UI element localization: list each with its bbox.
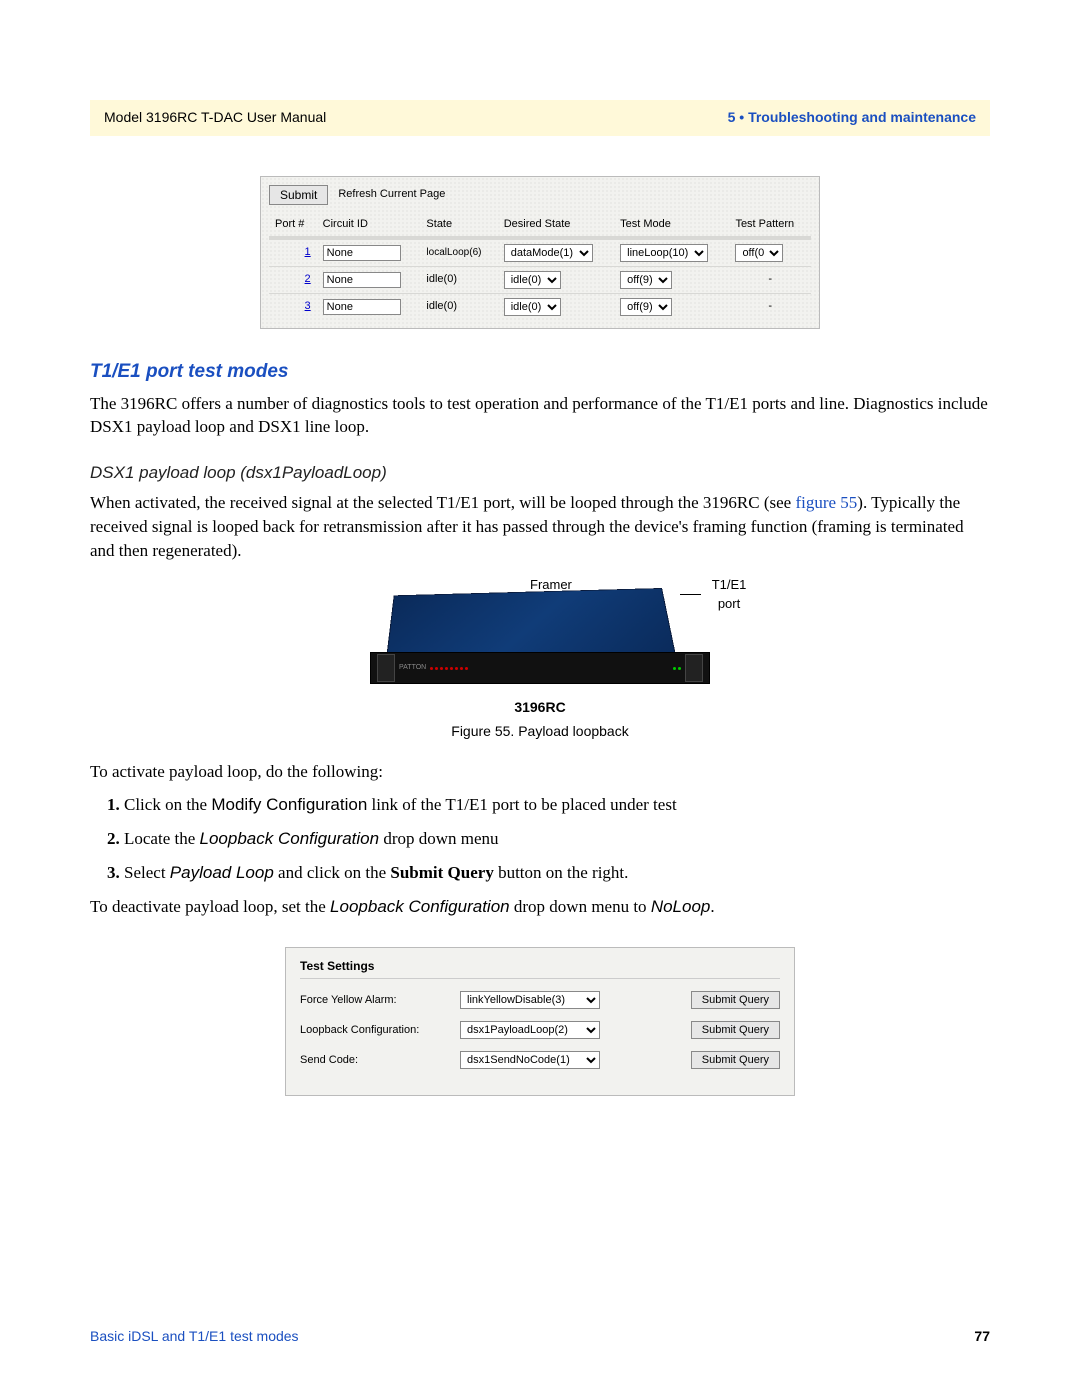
- table-row: 2 idle(0) idle(0) off(9) -: [269, 266, 811, 293]
- subheading: DSX1 payload loop (dsx1PayloadLoop): [90, 461, 990, 485]
- figure-caption: Figure 55. Payload loopback: [280, 722, 800, 742]
- ts-label: Send Code:: [300, 1053, 450, 1068]
- col-desired: Desired State: [498, 213, 614, 238]
- handle-icon: [685, 654, 703, 682]
- page-footer: Basic iDSL and T1/E1 test modes 77: [90, 1327, 990, 1347]
- test-settings-title: Test Settings: [300, 958, 780, 980]
- col-state: State: [420, 213, 497, 238]
- testmode-select[interactable]: off(9): [620, 298, 672, 316]
- state-cell: idle(0): [420, 293, 497, 320]
- col-port: Port #: [269, 213, 317, 238]
- pattern-select[interactable]: off(0): [735, 244, 783, 262]
- desired-select[interactable]: dataMode(1): [504, 244, 593, 262]
- submit-button[interactable]: Submit: [269, 185, 328, 205]
- ts-row: Send Code: dsx1SendNoCode(1) Submit Quer…: [300, 1051, 780, 1069]
- table-row: 1 localLoop(6) dataMode(1) lineLoop(10) …: [269, 238, 811, 267]
- loopback-config-select[interactable]: dsx1PayloadLoop(2): [460, 1021, 600, 1039]
- list-item: Locate the Loopback Configuration drop d…: [124, 827, 990, 851]
- screenshot-test-settings: Test Settings Force Yellow Alarm: linkYe…: [285, 947, 795, 1097]
- col-testmode: Test Mode: [614, 213, 729, 238]
- page-number: 77: [974, 1327, 990, 1347]
- figure-payload-loopback: PATTON Framer T1/E1 port 3196RC Figure 5…: [280, 582, 800, 741]
- header-left: Model 3196RC T-DAC User Manual: [104, 108, 326, 128]
- col-pattern: Test Pattern: [729, 213, 811, 238]
- send-code-select[interactable]: dsx1SendNoCode(1): [460, 1051, 600, 1069]
- callout-framer: Framer: [530, 576, 572, 594]
- submit-query-button[interactable]: Submit Query: [691, 1021, 780, 1039]
- screenshot-port-table: Submit Refresh Current Page Port # Circu…: [260, 176, 820, 329]
- circuit-input[interactable]: [323, 245, 401, 261]
- table-row: 3 idle(0) idle(0) off(9) -: [269, 293, 811, 320]
- force-yellow-select[interactable]: linkYellowDisable(3): [460, 991, 600, 1009]
- testmode-select[interactable]: off(9): [620, 271, 672, 289]
- instruction-lead: To activate payload loop, do the followi…: [90, 760, 990, 784]
- instruction-close: To deactivate payload loop, set the Loop…: [90, 895, 990, 919]
- header-right: 5 • Troubleshooting and maintenance: [728, 108, 976, 128]
- submit-query-button[interactable]: Submit Query: [691, 1051, 780, 1069]
- state-cell: idle(0): [420, 266, 497, 293]
- circuit-input[interactable]: [323, 299, 401, 315]
- port-link[interactable]: 3: [305, 300, 311, 312]
- state-cell: localLoop(6): [420, 238, 497, 267]
- desired-select[interactable]: idle(0): [504, 298, 561, 316]
- list-item: Click on the Click on the Modify Configu…: [124, 793, 990, 817]
- ts-row: Force Yellow Alarm: linkYellowDisable(3)…: [300, 991, 780, 1009]
- page-header: Model 3196RC T-DAC User Manual 5 • Troub…: [90, 100, 990, 136]
- list-item: Select Payload Loop and click on the Sub…: [124, 861, 990, 885]
- port-table: Port # Circuit ID State Desired State Te…: [269, 213, 811, 320]
- figure-ref[interactable]: figure 55: [795, 493, 857, 512]
- figure-model-label: 3196RC: [280, 698, 800, 718]
- submit-query-button[interactable]: Submit Query: [691, 991, 780, 1009]
- circuit-input[interactable]: [323, 272, 401, 288]
- footer-left: Basic iDSL and T1/E1 test modes: [90, 1327, 299, 1347]
- front-panel: PATTON: [370, 652, 710, 684]
- port-link[interactable]: 2: [305, 273, 311, 285]
- steps-list: Click on the Click on the Modify Configu…: [124, 793, 990, 884]
- desired-select[interactable]: idle(0): [504, 271, 561, 289]
- refresh-link[interactable]: Refresh Current Page: [338, 187, 445, 202]
- callout-port: T1/E1 port: [680, 576, 751, 612]
- col-circuit: Circuit ID: [317, 213, 421, 238]
- section-heading: T1/E1 port test modes: [90, 359, 990, 386]
- body-paragraph: When activated, the received signal at t…: [90, 491, 990, 562]
- body-paragraph: The 3196RC offers a number of diagnostic…: [90, 392, 990, 440]
- ts-row: Loopback Configuration: dsx1PayloadLoop(…: [300, 1021, 780, 1039]
- ts-label: Force Yellow Alarm:: [300, 993, 450, 1008]
- testmode-select[interactable]: lineLoop(10): [620, 244, 708, 262]
- pattern-cell: -: [729, 266, 811, 293]
- handle-icon: [377, 654, 395, 682]
- ts-label: Loopback Configuration:: [300, 1023, 450, 1038]
- port-link[interactable]: 1: [305, 246, 311, 258]
- pattern-cell: -: [729, 293, 811, 320]
